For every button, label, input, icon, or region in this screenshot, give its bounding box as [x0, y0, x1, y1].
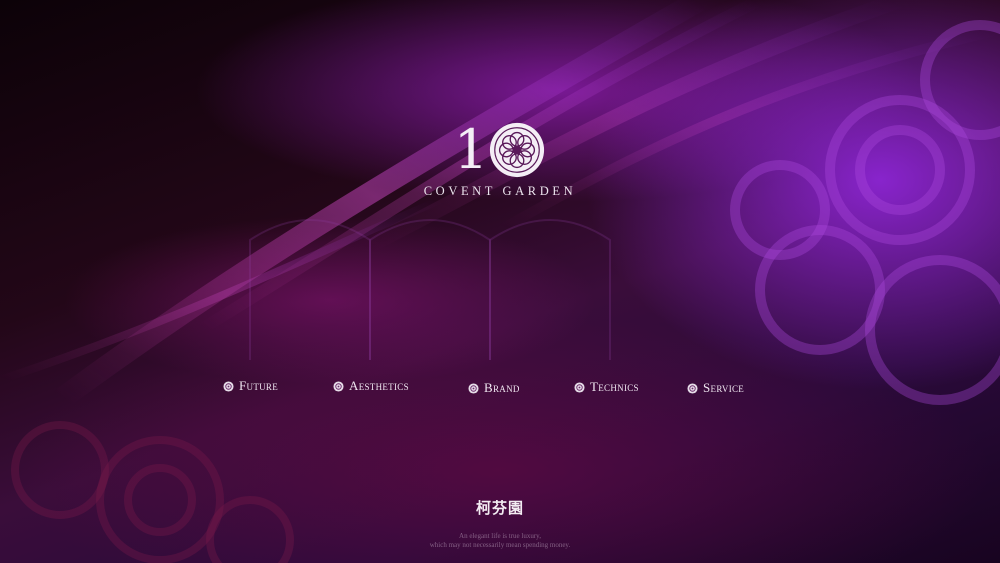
- rosette-icon: [223, 380, 234, 392]
- rosette-icon: [468, 382, 479, 394]
- brand-logo[interactable]: 1 COVENT GARDEN: [400, 118, 600, 199]
- footer: 柯芬園 An elegant life is true luxury, whic…: [350, 497, 650, 550]
- nav-label: Brand: [484, 380, 520, 395]
- nav-label: Aesthetics: [349, 378, 409, 393]
- main-nav: Future Aesthetics Brand Technics Service: [0, 378, 1000, 398]
- logo-mark: 1: [400, 118, 600, 182]
- footer-title: 柯芬園: [475, 499, 524, 517]
- logo-number: 1: [453, 118, 488, 181]
- nav-item-service[interactable]: Service: [687, 380, 744, 396]
- footer-tagline: which may not necessarily mean spending …: [429, 541, 571, 549]
- footer-tagline: An elegant life is true luxury,: [459, 532, 541, 540]
- rosette-logo-icon: [490, 122, 545, 178]
- nav-label: Technics: [590, 379, 639, 394]
- nav-item-aesthetics[interactable]: Aesthetics: [333, 378, 409, 394]
- nav-item-technics[interactable]: Technics: [574, 379, 639, 395]
- rosette-icon: [574, 381, 585, 393]
- rosette-icon: [333, 380, 344, 392]
- nav-label: Service: [703, 380, 745, 395]
- landing-page: 1 COVENT GARDEN Future Aesthetics Brand …: [0, 0, 1000, 563]
- rosette-icon: [687, 382, 698, 394]
- background-fabric-texture: [0, 0, 1000, 563]
- nav-item-brand[interactable]: Brand: [468, 380, 520, 396]
- nav-label: Future: [239, 378, 279, 393]
- nav-item-future[interactable]: Future: [223, 378, 278, 394]
- logo-wordmark: COVENT GARDEN: [423, 184, 577, 198]
